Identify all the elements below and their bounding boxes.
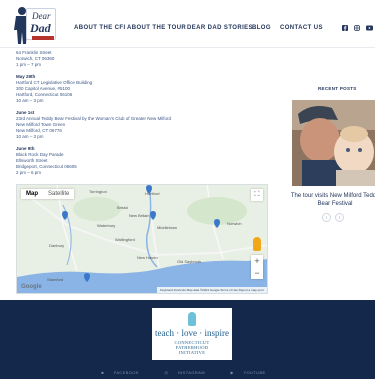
nav-blog[interactable]: BLOG xyxy=(252,25,271,31)
map-attribution[interactable]: Keyboard shortcuts Map data ©2024 Google… xyxy=(156,287,267,293)
nav-about-cfi[interactable]: ABOUT THE CFI xyxy=(74,25,126,31)
footer-link-label: FACEBOOK xyxy=(113,370,139,375)
logo-text-dad: Dad xyxy=(30,21,51,35)
footer-youtube-link[interactable]: ▶ YOUTUBE xyxy=(230,370,273,375)
next-arrow-icon[interactable]: › xyxy=(335,213,344,222)
nav-contact-us[interactable]: CONTACT US xyxy=(280,25,323,31)
tab-satellite[interactable]: Satellite xyxy=(43,189,74,199)
site-header: Dear Dad ABOUT THE CFI ABOUT THE TOUR DE… xyxy=(0,0,375,48)
footer-org-name: CONNECTICUT FATHERHOOD INITIATIVE xyxy=(152,340,232,355)
map-label: Norwich xyxy=(227,221,241,226)
recent-posts-heading: RECENT POSTS xyxy=(318,86,357,91)
footer-social-links: ■ FACEBOOK ◎ INSTAGRAM ▶ YOUTUBE xyxy=(0,370,375,375)
map-label: Torrington xyxy=(89,189,107,194)
footer-instagram-link[interactable]: ◎ INSTAGRAM xyxy=(164,370,213,375)
org-line: INITIATIVE xyxy=(178,350,206,355)
map-label: New Britain xyxy=(129,213,149,218)
zoom-out-button[interactable]: − xyxy=(251,267,263,279)
map-canvas[interactable]: Torrington Hartford Bristol New Britain … xyxy=(17,185,268,294)
tab-map[interactable]: Map xyxy=(21,189,43,199)
recent-post-photo[interactable] xyxy=(292,100,375,186)
recent-posts-pager: ‹ › xyxy=(322,213,344,222)
logo-text-dear: Dear xyxy=(32,11,51,21)
fullscreen-icon[interactable]: ⛶ xyxy=(251,189,263,201)
map-label: Bristol xyxy=(117,205,128,210)
map-type-tabs: Map Satellite xyxy=(21,189,75,199)
footer-facebook-link[interactable]: ■ FACEBOOK xyxy=(101,370,147,375)
map-label: Old Saybrook xyxy=(177,259,201,264)
nav-about-tour[interactable]: ABOUT THE TOUR xyxy=(127,25,186,31)
nav-dear-dad-stories[interactable]: DEAR DAD STORIES xyxy=(187,25,253,31)
ct-fatherhood-initiative-logo[interactable]: teach · love · inspire CONNECTICUT FATHE… xyxy=(152,308,232,360)
map-label: Stamford xyxy=(47,277,63,282)
footer-link-label: YOUTUBE xyxy=(243,370,266,375)
recent-post-title[interactable]: The tour visits New Milford Teddy Bear F… xyxy=(290,193,375,208)
logo-red-bar xyxy=(32,36,54,40)
youtube-icon[interactable] xyxy=(366,25,373,31)
facebook-icon[interactable] xyxy=(342,25,348,31)
map-label: Wallingford xyxy=(115,237,135,242)
dear-dad-logo[interactable]: Dear Dad xyxy=(12,6,60,44)
google-logo: Google xyxy=(21,284,42,290)
footer-link-label: INSTAGRAM xyxy=(177,370,205,375)
site-footer: teach · love · inspire CONNECTICUT FATHE… xyxy=(0,300,375,379)
map-label: Waterbury xyxy=(97,223,115,228)
instagram-icon[interactable] xyxy=(354,25,360,31)
footer-motto: teach · love · inspire xyxy=(155,328,229,338)
map-label: Hartford xyxy=(145,191,159,196)
map-label: Danbury xyxy=(49,243,64,248)
map-label: Middletown xyxy=(157,225,177,230)
event-line: 2 pm – 6 pm xyxy=(16,170,42,175)
tour-map[interactable]: Torrington Hartford Bristol New Britain … xyxy=(16,184,268,294)
zoom-in-button[interactable]: + xyxy=(251,255,263,267)
map-label: New Haven xyxy=(137,255,158,260)
events-list: 64 Franklin Street Norwich, CT 06360 1 p… xyxy=(16,50,246,176)
figure-icon xyxy=(188,312,196,326)
street-view-pegman-icon[interactable] xyxy=(253,237,261,251)
zoom-controls: + − xyxy=(251,255,263,279)
prev-arrow-icon[interactable]: ‹ xyxy=(322,213,331,222)
recent-post-image xyxy=(292,100,375,186)
